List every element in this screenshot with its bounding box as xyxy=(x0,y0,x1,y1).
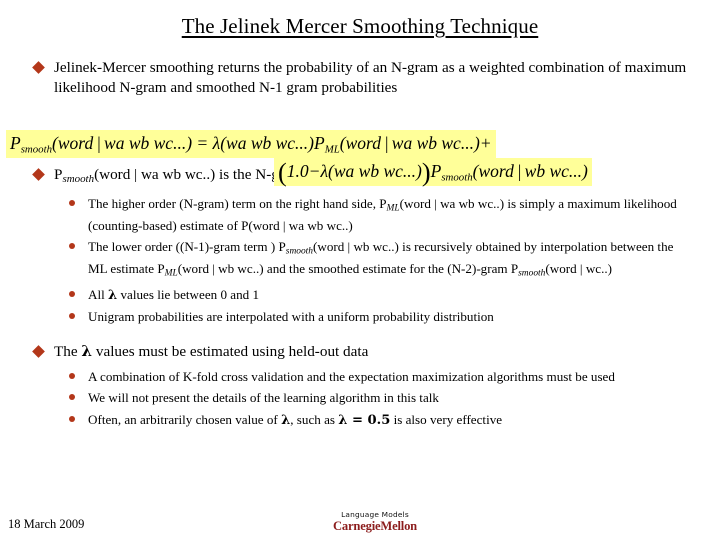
sub-2-3-text-b: values lie between 0 and 1 xyxy=(117,287,260,303)
sub-3-3-text-b: , such as xyxy=(290,411,339,427)
carnegie-mellon-logo: Language Models CarnegieMellon xyxy=(325,511,425,533)
sub-bullet-2-2: The lower order ((N-1)-gram term ) Psmoo… xyxy=(0,238,720,284)
formula-lambda-args: (wa wb wc...) xyxy=(220,133,315,153)
formula-l1-ml-cond: wa wb wc...) xyxy=(391,133,480,153)
formula-p-ml-subscript: ML xyxy=(324,143,340,156)
sub-bullet-2-1: The higher order (N-gram) term on the ri… xyxy=(0,195,720,235)
sub-bullet-2-3: All λ values lie between 0 and 1 xyxy=(0,286,720,304)
formula-p-smooth-subscript: smooth xyxy=(20,143,53,156)
sub-bullet-3-2: We will not present the details of the l… xyxy=(0,389,720,406)
sub-3-1-text: A combination of K-fold cross validation… xyxy=(88,369,615,385)
lambda-symbol: λ xyxy=(281,412,291,428)
footer-date: 18 March 2009 xyxy=(8,517,85,531)
sub-3-3-text-d: is also very effective xyxy=(390,411,503,427)
dot-bullet-icon xyxy=(69,373,75,380)
logo-wordmark: CarnegieMellon xyxy=(333,519,417,533)
formula-l2-bar: | xyxy=(516,161,522,181)
slide-canvas: The Jelinek Mercer Smoothing Technique J… xyxy=(0,0,720,540)
bullet-1-text: Jelinek-Mercer smoothing returns the pro… xyxy=(54,59,687,96)
lambda-symbol: λ xyxy=(108,288,118,304)
sub-bullet-3-1: A combination of K-fold cross validation… xyxy=(0,368,720,385)
formula-l2-one: 1.0 xyxy=(286,161,309,181)
formula-plus: + xyxy=(479,133,492,153)
page-title-text: The Jelinek Mercer Smoothing Technique xyxy=(181,14,539,38)
formula-l2-cond: wb wc...) xyxy=(524,161,588,181)
formula-equals: = xyxy=(196,133,209,153)
formula-p-smooth: P xyxy=(10,133,21,153)
sub-2-2-subscript-3: smooth xyxy=(518,269,546,280)
formula-l2-close-paren: ) xyxy=(421,158,431,188)
formula-line-1: Psmooth(word | wa wb wc...) = λ(wa wb wc..… xyxy=(6,130,496,158)
page-title: The Jelinek Mercer Smoothing Technique xyxy=(0,13,720,39)
sub-2-2-subscript-2: ML xyxy=(164,269,178,280)
lambda-symbol: λ xyxy=(81,341,93,360)
formula-l2-lambda: λ xyxy=(320,161,329,181)
formula-p-ml: P xyxy=(314,133,325,153)
sub-bullet-3-3: Often, an arbitrarily chosen value of λ,… xyxy=(0,411,720,429)
formula-l1-args: (word xyxy=(52,133,94,153)
formula-l1-bar: | xyxy=(96,133,102,153)
formula-l1-cond: wa wb wc...) xyxy=(104,133,193,153)
sub-3-2-text: We will not present the details of the l… xyxy=(88,390,439,406)
bullet-3-text-b: values must be estimated using held-out … xyxy=(92,342,369,360)
dot-bullet-icon xyxy=(69,312,75,319)
sub-3-3-value: = 0.5 xyxy=(347,412,391,428)
sub-2-1-subscript: ML xyxy=(386,203,400,214)
dot-bullet-icon xyxy=(69,415,75,422)
sub-3-3-text-a: Often, an arbitrarily chosen value of xyxy=(88,411,282,427)
slide-body: Jelinek-Mercer smoothing returns the pro… xyxy=(0,58,720,429)
formula-l2-args: (word xyxy=(472,161,514,181)
diamond-bullet-icon xyxy=(32,61,45,74)
formula-l1-ml-bar: | xyxy=(383,133,389,153)
sub-2-1-text-a: The higher order (N-gram) term on the ri… xyxy=(88,195,387,211)
diamond-bullet-icon xyxy=(32,344,45,358)
sub-2-2-text-d: (word | wc..) xyxy=(545,261,612,277)
formula-line-2: (1.0−λ(wa wb wc...))Psmooth(word | wb wc..… xyxy=(274,158,592,186)
formula-l2-lambda-args: (wa wb wc...) xyxy=(328,161,422,181)
sub-2-2-subscript-1: smooth xyxy=(285,246,314,257)
sub-2-2-text-a: The lower order ((N-1)-gram term ) P xyxy=(88,238,286,254)
bullet-item-1: Jelinek-Mercer smoothing returns the pro… xyxy=(0,58,720,97)
dot-bullet-icon xyxy=(69,291,75,298)
bullet-3-text-a: The xyxy=(54,342,82,360)
dot-bullet-icon xyxy=(69,394,75,401)
dot-bullet-icon xyxy=(69,242,75,249)
formula-l2-p: P xyxy=(430,161,442,181)
sub-2-4-text: Unigram probabilities are interpolated w… xyxy=(88,308,494,324)
smoothing-formula: Psmooth(word | wa wb wc...) = λ(wa wb wc..… xyxy=(6,130,714,186)
formula-l2-p-subscript: smooth xyxy=(441,171,473,184)
sub-bullet-2-4: Unigram probabilities are interpolated w… xyxy=(0,308,720,325)
formula-l1-ml-args: (word xyxy=(339,133,381,153)
sub-2-2-text-c: (word | wb wc..) and the smoothed estima… xyxy=(177,261,519,277)
formula-l2-minus: − xyxy=(308,161,321,181)
dot-bullet-icon xyxy=(69,199,75,206)
sub-2-3-text-a: All xyxy=(88,287,109,303)
bullet-item-3: The λ values must be estimated using hel… xyxy=(0,342,720,362)
formula-l2-open-paren: ( xyxy=(278,158,287,188)
